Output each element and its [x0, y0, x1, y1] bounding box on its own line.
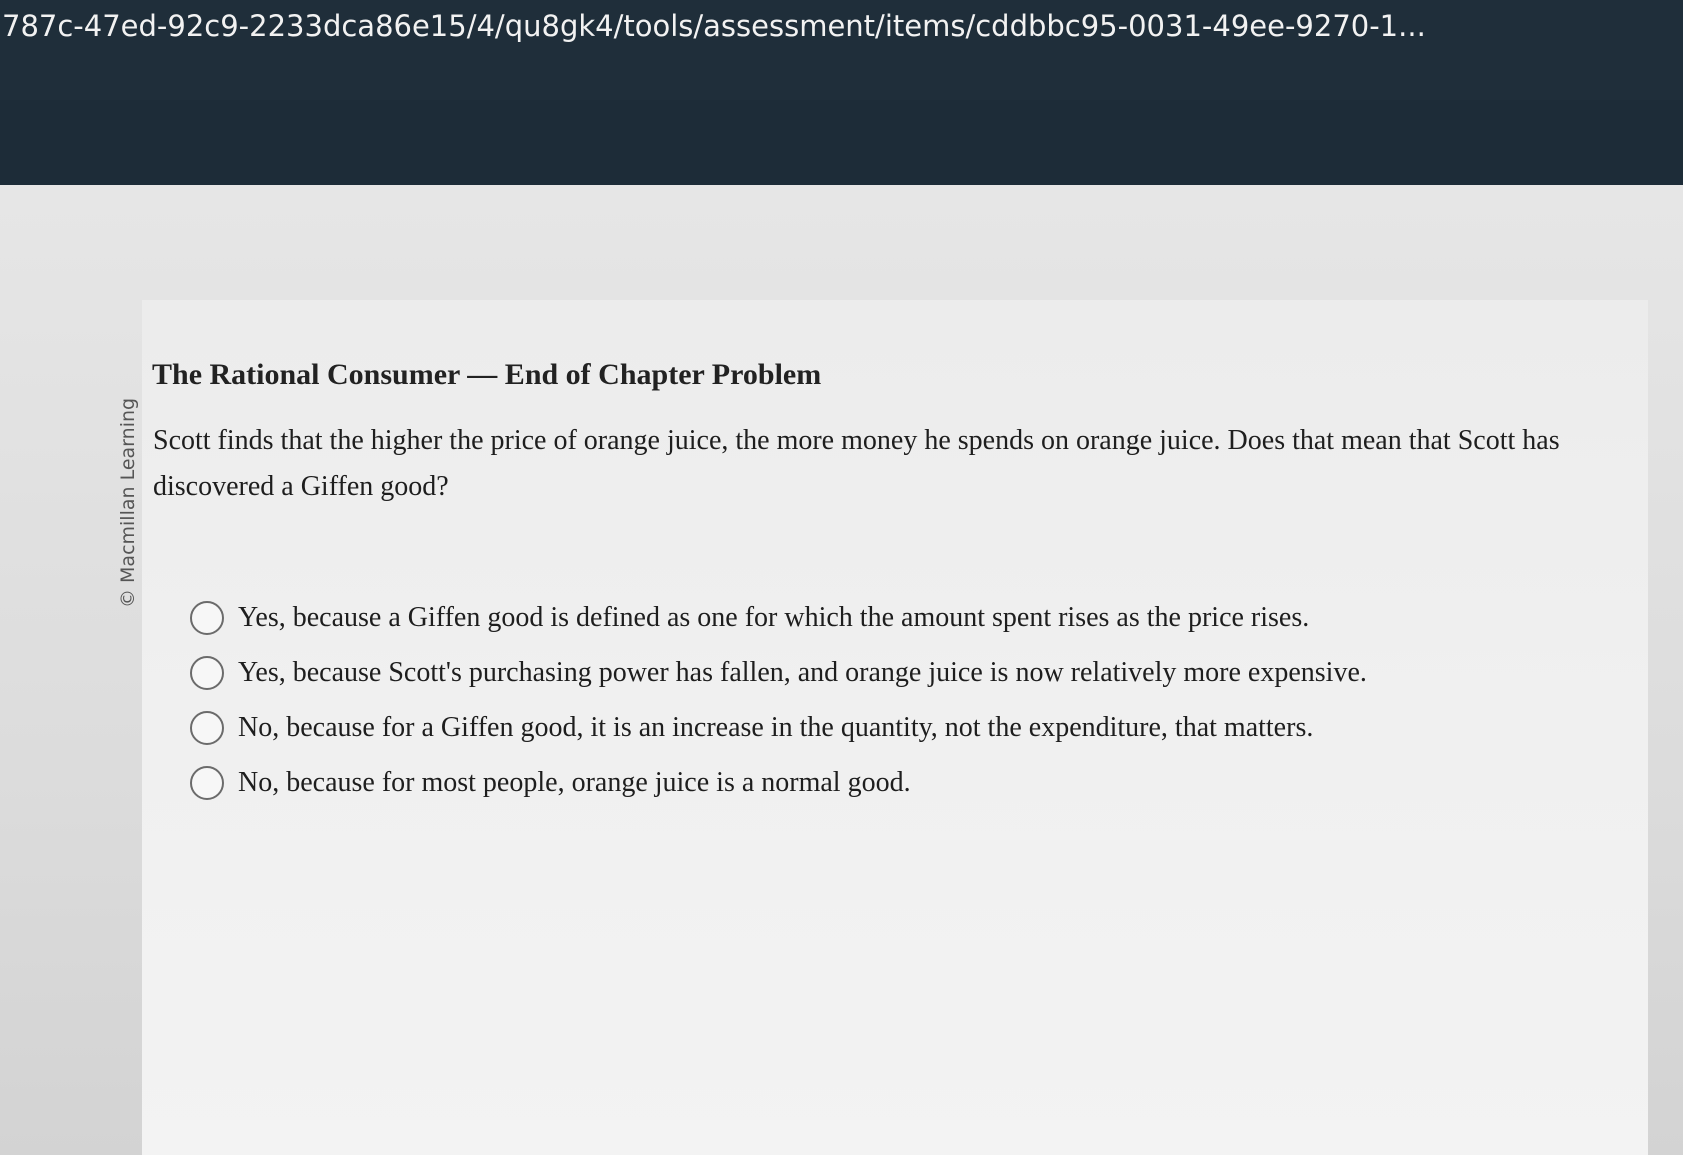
address-bar[interactable]: 787c-47ed-92c9-2233dca86e15/4/qu8gk4/too… [0, 0, 1683, 100]
answer-option-label: Yes, because Scott's purchasing power ha… [238, 656, 1367, 688]
copyright-credit: © Macmillan Learning [117, 397, 139, 608]
answer-option-4[interactable]: No, because for most people, orange juic… [190, 755, 1367, 810]
radio-button[interactable] [190, 710, 224, 745]
radio-button[interactable] [190, 655, 224, 690]
answer-options: Yes, because a Giffen good is defined as… [190, 590, 1367, 810]
answer-option-1[interactable]: Yes, because a Giffen good is defined as… [190, 590, 1367, 645]
question-text: Scott finds that the higher the price of… [153, 425, 1560, 502]
answer-option-label: Yes, because a Giffen good is defined as… [238, 601, 1310, 633]
browser-header-band [0, 100, 1683, 190]
answer-option-2[interactable]: Yes, because Scott's purchasing power ha… [190, 645, 1367, 700]
question-title: The Rational Consumer — End of Chapter P… [152, 358, 822, 391]
url-text: 787c-47ed-92c9-2233dca86e15/4/qu8gk4/too… [2, 9, 1426, 43]
radio-button[interactable] [190, 600, 224, 635]
radio-button[interactable] [190, 765, 224, 800]
answer-option-label: No, because for a Giffen good, it is an … [238, 711, 1314, 743]
answer-option-3[interactable]: No, because for a Giffen good, it is an … [190, 700, 1367, 755]
answer-option-label: No, because for most people, orange juic… [238, 766, 911, 798]
